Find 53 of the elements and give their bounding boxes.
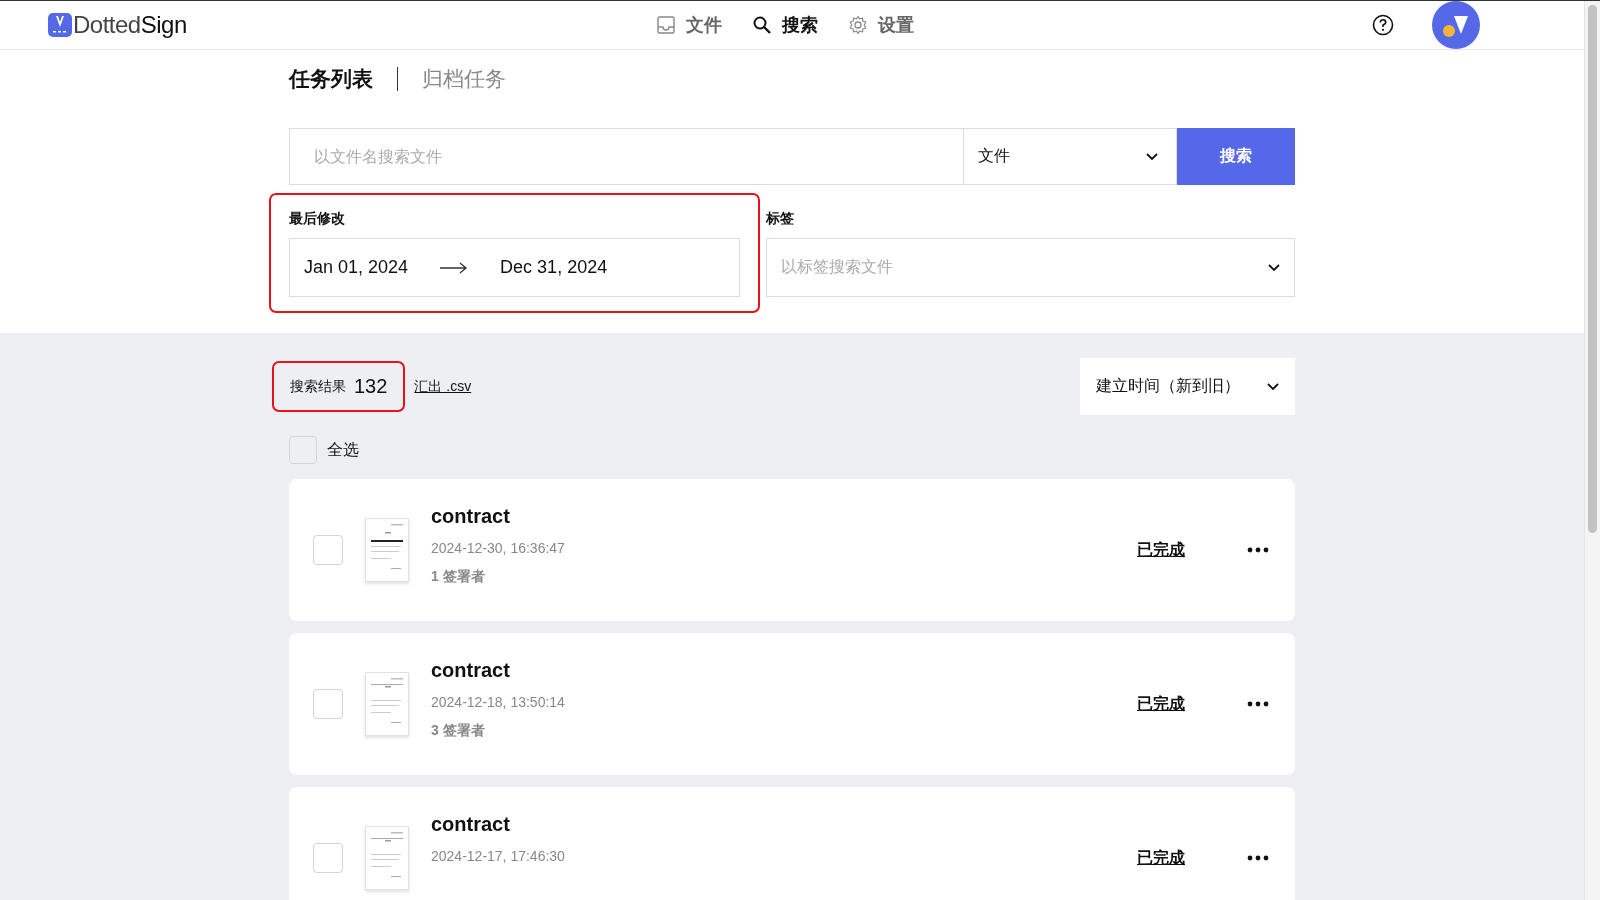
document-name: contract xyxy=(431,813,511,836)
nav-link[interactable]: 设置 xyxy=(848,13,914,37)
document-name: contract xyxy=(431,505,511,528)
sort-dropdown[interactable]: 建立时间（新到旧） xyxy=(1080,358,1295,415)
help-icon[interactable] xyxy=(1372,14,1394,36)
more-icon[interactable] xyxy=(1247,701,1269,707)
signer-count: 3 签署者 xyxy=(431,722,486,740)
select-all-label: 全选 xyxy=(327,439,359,460)
scope-dropdown[interactable]: 文件 xyxy=(963,128,1177,185)
task-card[interactable]: contract 2024-12-18, 13:50:14 3 签署者 已完成 xyxy=(289,633,1295,775)
avatar[interactable] xyxy=(1432,1,1480,49)
field-label: 标签 xyxy=(766,210,795,228)
task-card[interactable]: contract 2024-12-17, 17:46:30 已完成 xyxy=(289,787,1295,900)
arrow-right-icon xyxy=(440,261,469,274)
date-range-field[interactable]: Jan 01, 2024 Dec 31, 2024 xyxy=(289,238,740,297)
document-name: contract xyxy=(431,659,511,682)
timestamp: 2024-12-17, 17:46:30 xyxy=(431,848,565,864)
export-link[interactable]: 汇出 .csv xyxy=(414,377,472,396)
logo[interactable]: DottedSign xyxy=(48,11,187,39)
chevron-down-icon xyxy=(1146,152,1158,161)
status-link[interactable]: 已完成 xyxy=(1137,847,1185,869)
checkbox[interactable] xyxy=(313,843,343,873)
timestamp: 2024-12-18, 13:50:14 xyxy=(431,694,565,710)
settings-icon xyxy=(848,15,868,35)
pen-nib-icon xyxy=(48,13,72,37)
logo-text: DottedSign xyxy=(73,11,187,39)
document-thumbnail xyxy=(365,518,409,582)
checkbox[interactable] xyxy=(313,689,343,719)
tray-icon xyxy=(656,15,676,35)
nav-link[interactable]: 文件 xyxy=(656,13,722,37)
checkbox[interactable] xyxy=(313,535,343,565)
more-icon[interactable] xyxy=(1247,547,1269,553)
status-link[interactable]: 已完成 xyxy=(1137,693,1185,715)
search-button[interactable]: 搜索 xyxy=(1177,128,1295,185)
field-label: 最后修改 xyxy=(289,210,346,228)
chevron-down-icon xyxy=(1268,263,1280,272)
task-card[interactable]: contract 2024-12-30, 16:36:47 1 签署者 已完成 xyxy=(289,479,1295,621)
search-icon xyxy=(752,15,772,35)
results-label: 搜索结果 xyxy=(290,377,346,396)
nav-link[interactable]: 搜索 xyxy=(752,13,818,37)
checkbox[interactable] xyxy=(289,436,317,464)
tab[interactable]: 任务列表 xyxy=(289,65,373,93)
timestamp: 2024-12-30, 16:36:47 xyxy=(431,540,565,556)
status-link[interactable]: 已完成 xyxy=(1137,539,1185,561)
document-thumbnail xyxy=(365,672,409,736)
scrollbar[interactable] xyxy=(1584,1,1600,900)
search-field[interactable]: 以文件名搜索文件 xyxy=(289,128,963,185)
tab[interactable]: 归档任务 xyxy=(422,65,506,93)
chevron-down-icon xyxy=(1267,382,1279,391)
more-icon[interactable] xyxy=(1247,855,1269,861)
document-thumbnail xyxy=(365,826,409,890)
signer-count: 1 签署者 xyxy=(431,568,486,586)
results-count: 132 xyxy=(354,375,388,398)
